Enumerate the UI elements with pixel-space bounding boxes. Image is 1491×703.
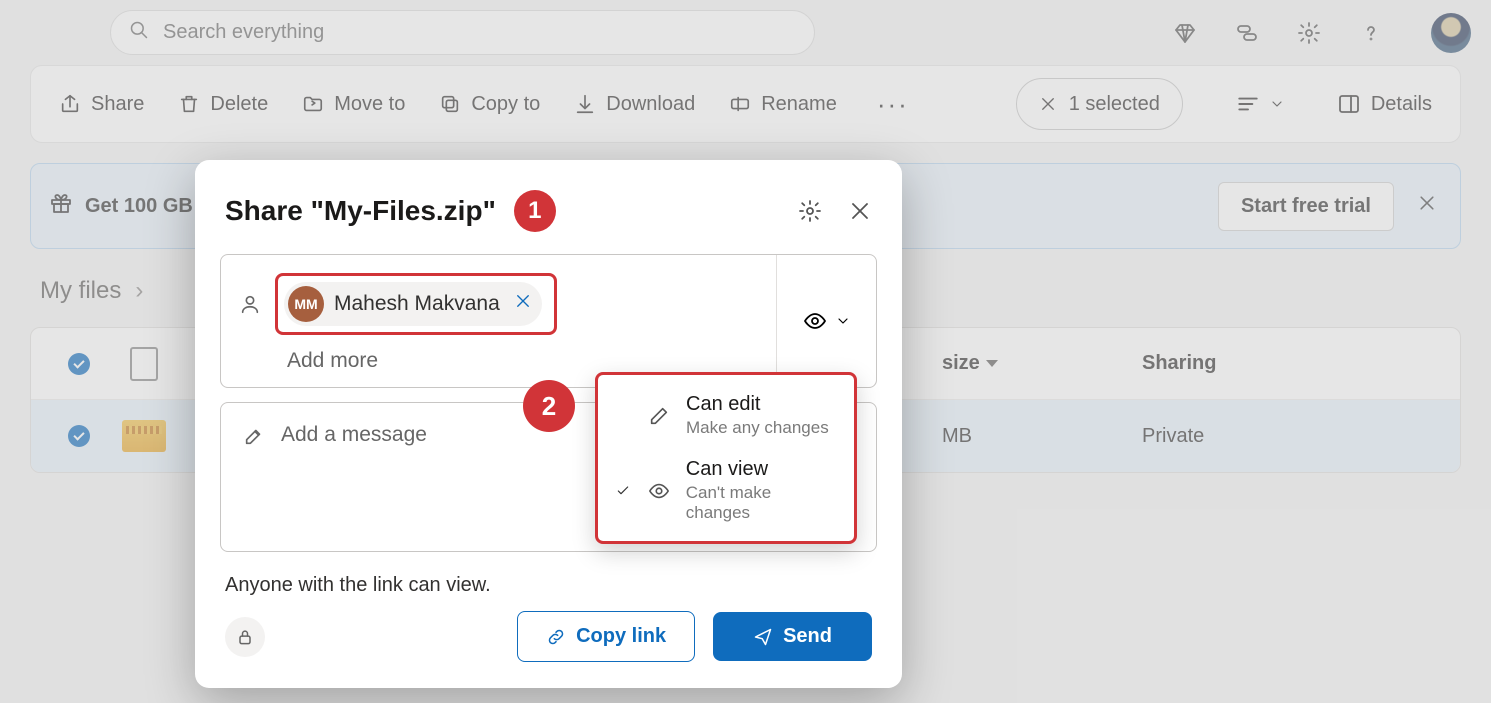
remove-recipient-button[interactable]: [514, 292, 532, 316]
search-placeholder: Search everything: [163, 21, 324, 44]
start-trial-button[interactable]: Start free trial: [1218, 182, 1394, 231]
link-settings-button[interactable]: [225, 617, 265, 657]
select-all-checkbox[interactable]: [68, 353, 90, 375]
pencil-icon: [648, 405, 670, 427]
action-toolbar: Share Delete Move to Copy to Download Re…: [30, 65, 1461, 143]
premium-icon[interactable]: [1173, 21, 1197, 45]
link-description: Anyone with the link can view.: [225, 574, 872, 597]
close-dialog-button[interactable]: [848, 199, 872, 223]
more-actions-button[interactable]: ···: [877, 89, 909, 120]
column-sharing[interactable]: Sharing: [1142, 352, 1442, 375]
search-icon: [129, 20, 149, 46]
chevron-right-icon: ›: [135, 277, 143, 305]
eye-icon: [803, 309, 827, 333]
gift-icon: [49, 191, 73, 221]
breadcrumb-root[interactable]: My files: [40, 277, 121, 305]
permission-can-edit[interactable]: Can edit Make any changes: [598, 383, 854, 448]
row-checkbox[interactable]: [68, 425, 90, 447]
zip-file-icon: [122, 420, 166, 452]
top-bar: Search everything: [0, 0, 1491, 65]
promo-text: Get 100 GB: [85, 195, 193, 218]
file-type-icon: [130, 347, 158, 381]
add-more-input[interactable]: Add more: [287, 349, 758, 373]
annotation-badge-2: 2: [523, 380, 575, 432]
avatar[interactable]: [1431, 13, 1471, 53]
copy-to-button[interactable]: Copy to: [439, 93, 540, 116]
column-size[interactable]: size: [942, 352, 1142, 375]
selection-pill[interactable]: 1 selected: [1016, 78, 1183, 130]
settings-toggle-icon[interactable]: [1235, 21, 1259, 45]
message-placeholder: Add a message: [281, 423, 427, 447]
dialog-title: Share "My-Files.zip": [225, 195, 496, 227]
download-button[interactable]: Download: [574, 93, 695, 116]
send-button[interactable]: Send: [713, 612, 872, 661]
delete-button[interactable]: Delete: [178, 93, 268, 116]
eye-icon: [648, 480, 670, 502]
permission-can-view[interactable]: Can view Can't make changes: [598, 448, 854, 533]
chevron-down-icon: [835, 313, 851, 329]
cell-sharing: Private: [1142, 425, 1442, 448]
header-actions: [1173, 13, 1471, 53]
recipients-box: MM Mahesh Makvana Add more: [220, 254, 877, 388]
share-settings-button[interactable]: [798, 199, 822, 223]
recipient-name: Mahesh Makvana: [334, 292, 500, 316]
move-to-button[interactable]: Move to: [302, 93, 405, 116]
share-button[interactable]: Share: [59, 93, 144, 116]
help-icon[interactable]: [1359, 21, 1383, 45]
check-icon: [614, 483, 632, 499]
compose-icon: [243, 423, 265, 453]
sort-button[interactable]: [1235, 91, 1285, 117]
copy-link-button[interactable]: Copy link: [517, 611, 695, 662]
permission-menu: Can edit Make any changes Can view Can't…: [595, 372, 857, 544]
person-icon: [239, 293, 261, 315]
gear-icon[interactable]: [1297, 21, 1321, 45]
rename-button[interactable]: Rename: [729, 93, 837, 116]
annotation-badge-1: 1: [514, 190, 556, 232]
cell-size: MB: [942, 425, 1142, 448]
recipient-avatar: MM: [288, 286, 324, 322]
recipient-chip[interactable]: MM Mahesh Makvana: [275, 273, 557, 335]
permission-dropdown-button[interactable]: [776, 255, 876, 387]
close-promo-button[interactable]: [1412, 193, 1442, 219]
details-button[interactable]: Details: [1337, 92, 1432, 116]
search-input[interactable]: Search everything: [110, 10, 815, 55]
chevron-down-icon: [1269, 96, 1285, 112]
